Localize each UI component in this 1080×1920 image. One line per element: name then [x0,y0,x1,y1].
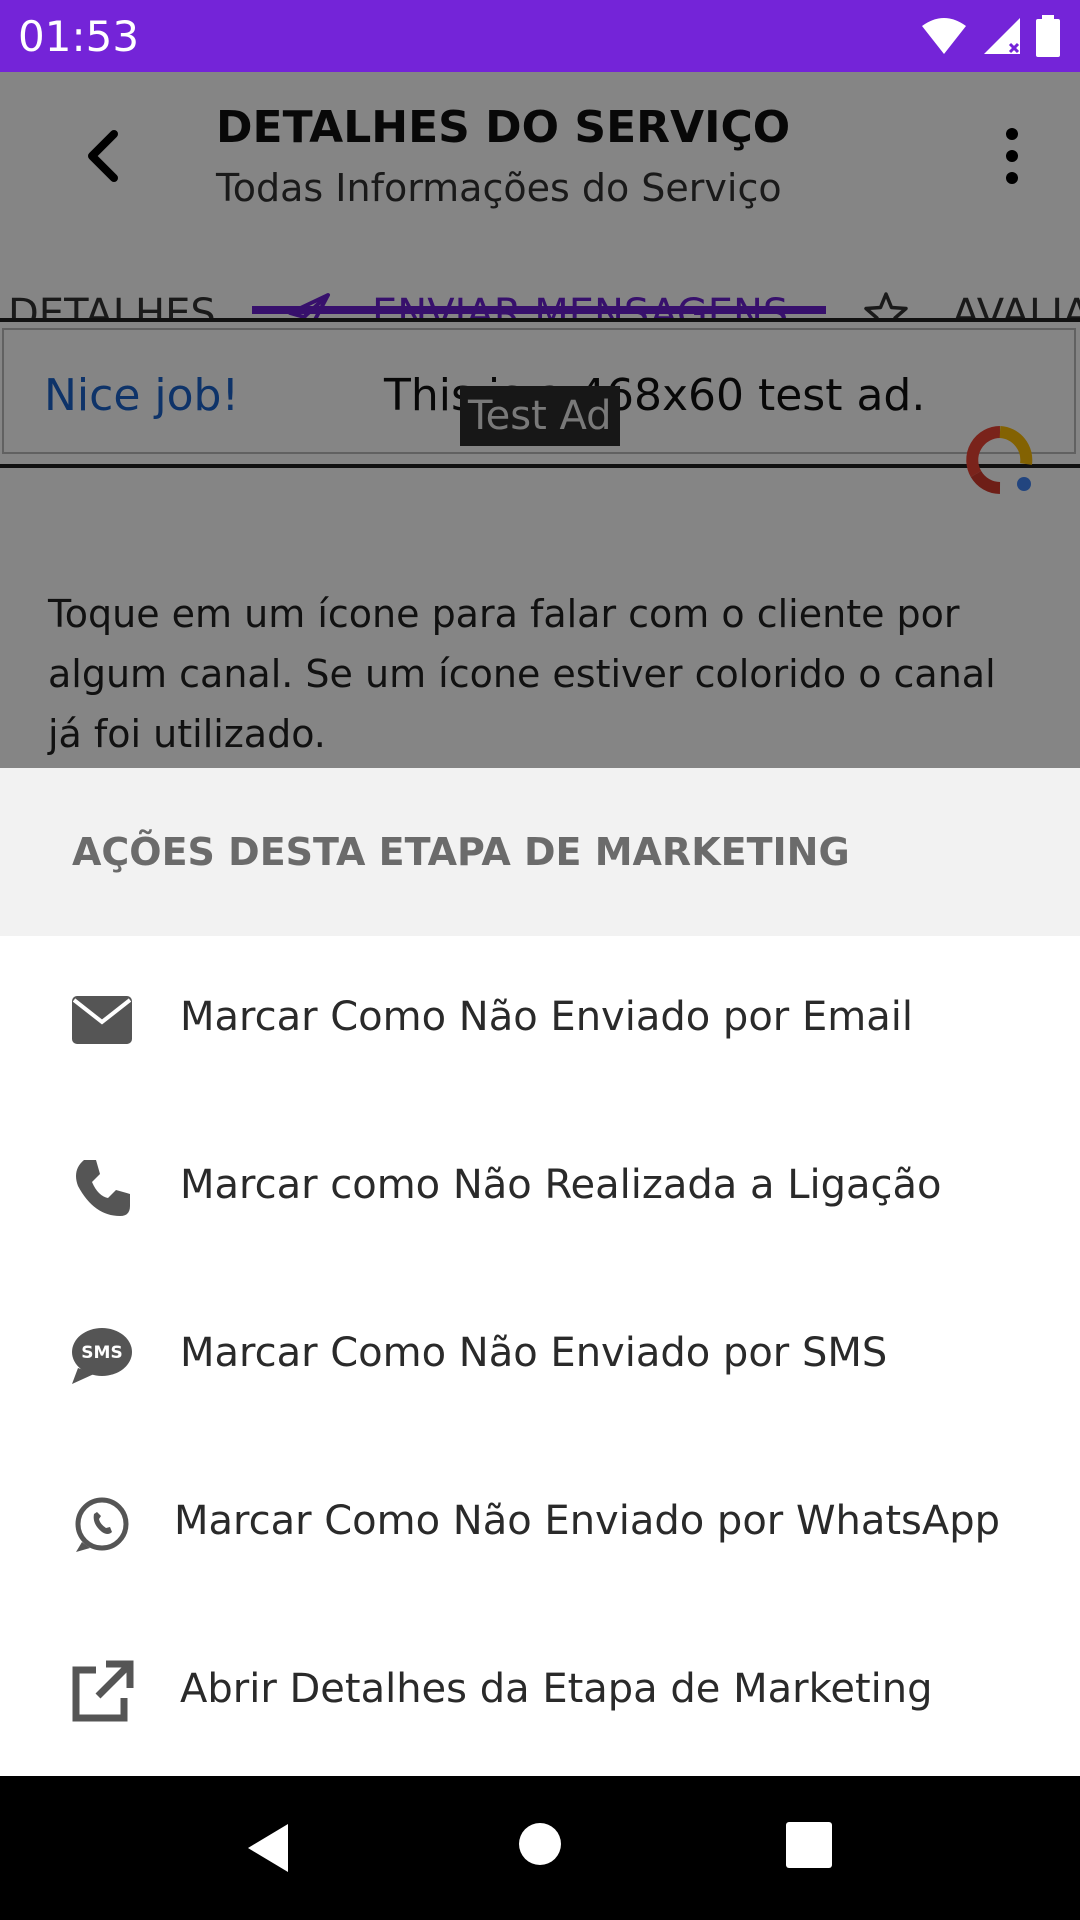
sheet-header: AÇÕES DESTA ETAPA DE MARKETING [0,768,1080,936]
scrim-overlay[interactable] [0,72,1080,768]
sms-icon: SMS [72,1328,132,1384]
signal-icon [984,18,1020,54]
bottom-sheet: AÇÕES DESTA ETAPA DE MARKETING Marcar Co… [0,768,1080,1776]
action-open-details[interactable]: Abrir Detalhes da Etapa de Marketing [0,1608,1080,1776]
status-time: 01:53 [18,12,140,61]
phone-icon [76,1160,130,1216]
nav-recent-apps-icon[interactable] [786,1822,832,1868]
action-label: Marcar como Não Realizada a Ligação [180,1162,942,1208]
wifi-icon [922,18,966,54]
navigation-bar [0,1776,1080,1920]
svg-text:SMS: SMS [81,1343,122,1363]
status-icons [920,14,1060,58]
action-email[interactable]: Marcar Como Não Enviado por Email [0,936,1080,1104]
action-whatsapp[interactable]: Marcar Como Não Enviado por WhatsApp [0,1440,1080,1608]
whatsapp-icon [75,1497,129,1552]
sheet-title: AÇÕES DESTA ETAPA DE MARKETING [72,830,850,874]
nav-home-icon[interactable] [518,1822,562,1866]
battery-icon [1036,15,1060,57]
action-label: Marcar Como Não Enviado por WhatsApp [174,1498,1001,1544]
action-sms[interactable]: SMS Marcar Como Não Enviado por SMS [0,1272,1080,1440]
action-label: Marcar Como Não Enviado por SMS [180,1330,888,1376]
action-label: Marcar Como Não Enviado por Email [180,994,913,1040]
status-bar: 01:53 [0,0,1080,72]
email-icon [72,996,132,1044]
action-label: Abrir Detalhes da Etapa de Marketing [180,1666,933,1712]
action-call[interactable]: Marcar como Não Realizada a Ligação [0,1104,1080,1272]
nav-back-icon[interactable] [244,1820,300,1876]
external-link-icon [72,1660,134,1722]
